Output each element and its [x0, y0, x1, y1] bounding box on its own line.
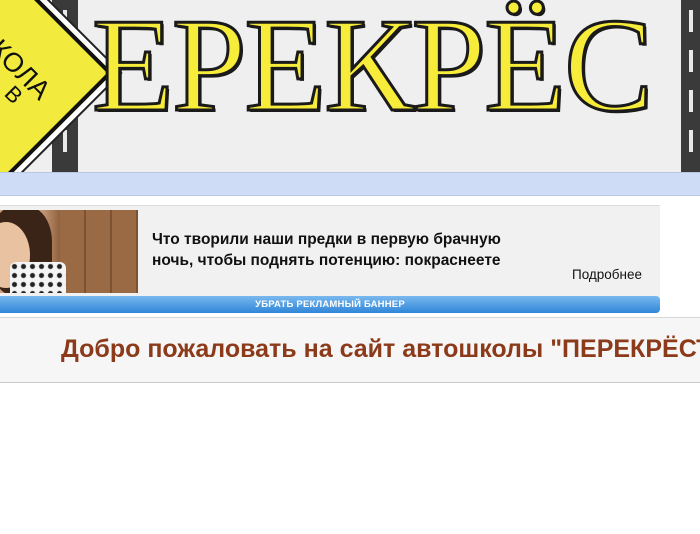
header-banner: ШКОЛА В ЕРЕКРЁС: [0, 0, 700, 172]
welcome-section: Добро пожаловать на сайт автошколы "ПЕРЕ…: [0, 317, 700, 383]
remove-ad-button[interactable]: УБРАТЬ РЕКЛАМНЫЙ БАННЕР: [0, 296, 660, 313]
ad-headline[interactable]: Что творили наши предки в первую брачную…: [152, 229, 532, 271]
road-stripe-right: [681, 0, 700, 172]
ad-image[interactable]: [0, 210, 138, 293]
site-logo-title[interactable]: ЕРЕКРЁС: [90, 0, 654, 141]
nav-strip: [0, 172, 700, 196]
ad-more-link[interactable]: Подробнее: [572, 267, 642, 282]
ad-banner[interactable]: Что творили наши предки в первую брачную…: [0, 205, 660, 298]
welcome-heading: Добро пожаловать на сайт автошколы "ПЕРЕ…: [61, 335, 700, 363]
